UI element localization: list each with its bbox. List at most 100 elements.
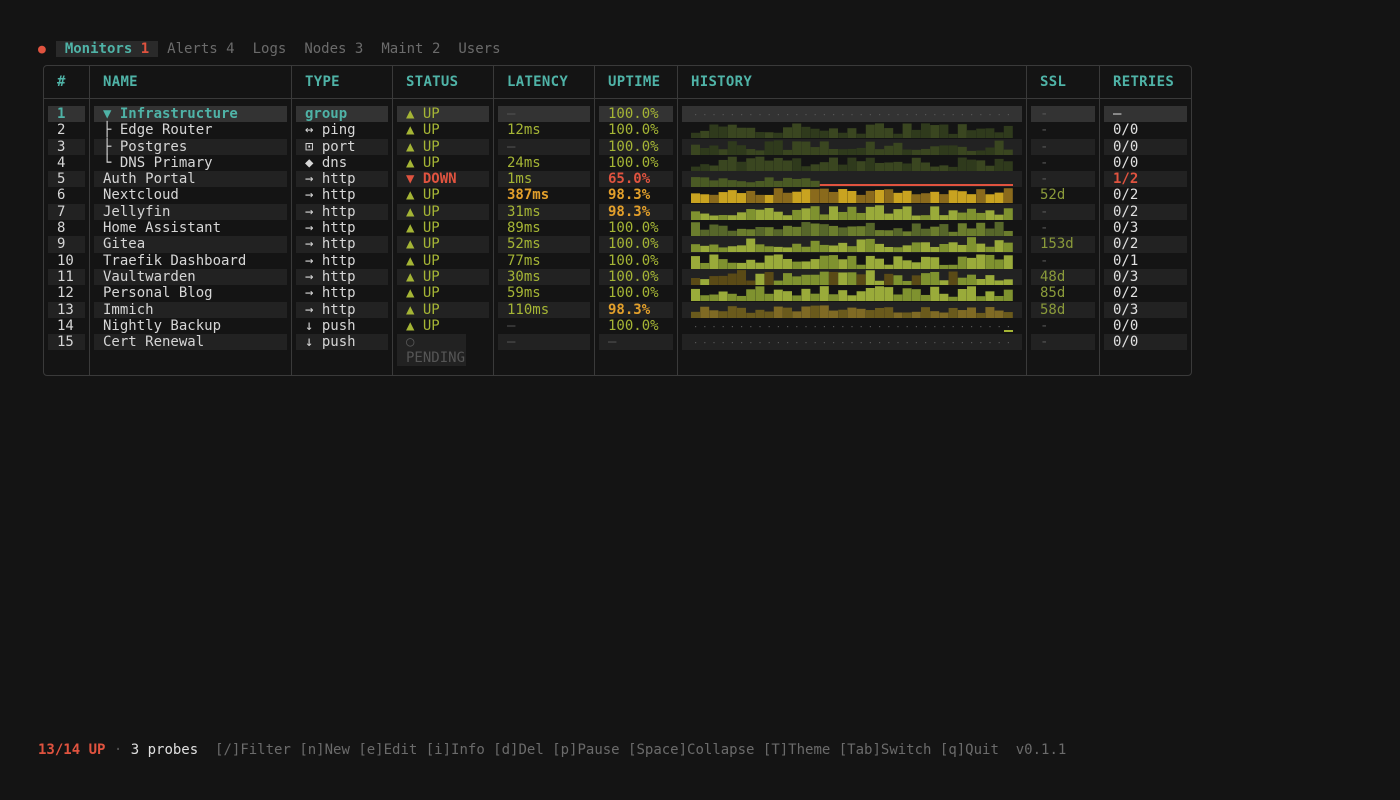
history-tick <box>741 325 743 328</box>
cell-ssl: - <box>1040 220 1049 237</box>
history-bar <box>829 225 838 237</box>
cell-name[interactable]: └ DNS Primary <box>94 155 287 171</box>
history-sparkline <box>682 253 1022 269</box>
cell-type: ↓ push <box>296 334 388 351</box>
header-name: NAME <box>90 66 291 99</box>
history-bar <box>902 288 912 302</box>
history-bar <box>902 231 912 237</box>
cell-name[interactable]: ▼ Infrastructure <box>94 106 287 123</box>
history-bar <box>838 258 848 269</box>
history-bar <box>875 162 884 171</box>
history-sparkline <box>682 301 1022 318</box>
cell-latency: 110ms <box>498 301 590 318</box>
tab-label: Monitors <box>64 40 133 57</box>
history-bar <box>865 124 875 139</box>
history-bar <box>976 160 986 171</box>
history-sparkline <box>682 138 1022 155</box>
history-tick <box>787 114 789 116</box>
cell-name[interactable]: Home Assistant <box>94 220 287 236</box>
history-bar <box>957 277 967 285</box>
history-bar <box>829 128 838 139</box>
cell-retries: 1/2 <box>1104 171 1187 188</box>
tab-logs[interactable]: Logs <box>244 41 296 57</box>
history-bar <box>700 262 710 269</box>
history-bar <box>875 258 884 269</box>
tab-nodes[interactable]: Nodes 3 <box>295 41 372 57</box>
col-type: TYPE group ↔ ping ⊡ port ◆ dns → http → http →… <box>292 66 393 375</box>
history-bar <box>727 190 737 204</box>
history-sparkline <box>682 334 1022 351</box>
history-tick <box>943 325 945 328</box>
cell-status: ▲ UP <box>406 187 440 204</box>
cell-retries: 0/0 <box>1113 317 1139 334</box>
history-bar <box>838 189 848 204</box>
cell-name[interactable]: Personal Blog <box>94 285 287 301</box>
cell-retries: 0/0 <box>1113 122 1139 139</box>
tab-count: 4 <box>226 40 235 57</box>
history-tick <box>759 342 761 344</box>
cell-name[interactable]: Immich <box>94 301 287 318</box>
cell-name[interactable]: Auth Portal <box>94 171 287 188</box>
tab-users[interactable]: Users <box>449 41 509 57</box>
cell-name[interactable]: Nightly Backup <box>94 318 287 334</box>
cell-status: ▲ UP <box>406 252 440 269</box>
history-bar <box>939 294 949 302</box>
history-tick <box>915 114 917 116</box>
cell-num: 15 <box>48 334 85 351</box>
history-bar <box>810 129 820 139</box>
history-bar <box>819 271 829 285</box>
history-bar <box>691 277 700 285</box>
cell-latency: — <box>507 317 516 334</box>
history-tick <box>971 325 973 328</box>
history-tick <box>915 342 917 344</box>
history-bar <box>737 262 746 269</box>
history-bar <box>783 149 792 155</box>
history-bar <box>783 258 792 269</box>
cell-retries: 0/0 <box>1113 154 1139 171</box>
history-bar <box>921 148 930 155</box>
cell-name[interactable]: Traefik Dashboard <box>94 253 287 269</box>
cell-uptime: 100.0% <box>599 236 673 253</box>
tab-label: Logs <box>252 40 287 57</box>
cell-name[interactable]: Jellyfin <box>94 203 287 221</box>
tab-alerts[interactable]: Alerts 4 <box>158 41 243 57</box>
tab-maint[interactable]: Maint 2 <box>372 41 449 57</box>
history-bar <box>856 239 866 253</box>
history-bar <box>994 259 1004 269</box>
history-tick <box>943 342 945 344</box>
history-tick <box>860 342 862 344</box>
history-bar <box>792 261 802 269</box>
history-bar <box>985 165 995 171</box>
history-bar <box>957 223 967 237</box>
cell-uptime: 100.0% <box>608 317 659 334</box>
history-bar <box>764 294 774 302</box>
col-ssl: SSL - - - - -52d - -153d -48d 85d 58d - - <box>1027 66 1100 375</box>
history-sparkline <box>682 236 1022 253</box>
cell-name[interactable]: ├ Edge Router <box>94 122 287 138</box>
history-bar <box>783 193 792 204</box>
history-bar <box>829 310 838 318</box>
history-bar <box>746 208 756 220</box>
history-tick <box>759 325 761 328</box>
history-bar <box>783 247 792 253</box>
history-bar <box>737 228 746 237</box>
history-tick <box>695 342 697 344</box>
cell-name[interactable]: Nextcloud <box>94 187 287 203</box>
history-tick <box>704 325 706 328</box>
cell-num: 3 <box>48 138 85 155</box>
history-tick <box>888 325 890 328</box>
tab-monitors[interactable]: Monitors 1 <box>55 40 159 57</box>
cell-name[interactable]: ├ Postgres <box>94 138 287 155</box>
cell-name[interactable]: Vaultwarden <box>94 268 287 286</box>
history-bar <box>967 208 976 220</box>
history-bar <box>902 245 912 253</box>
history-bar <box>1003 254 1013 269</box>
cell-name[interactable]: Cert Renewal <box>94 334 287 351</box>
cell-name[interactable]: Gitea <box>94 236 287 253</box>
history-bar <box>911 149 921 155</box>
history-bar <box>810 274 820 285</box>
history-bar <box>939 280 949 285</box>
history-bar <box>746 312 756 318</box>
history-bar <box>764 311 774 318</box>
history-bar <box>967 286 976 302</box>
